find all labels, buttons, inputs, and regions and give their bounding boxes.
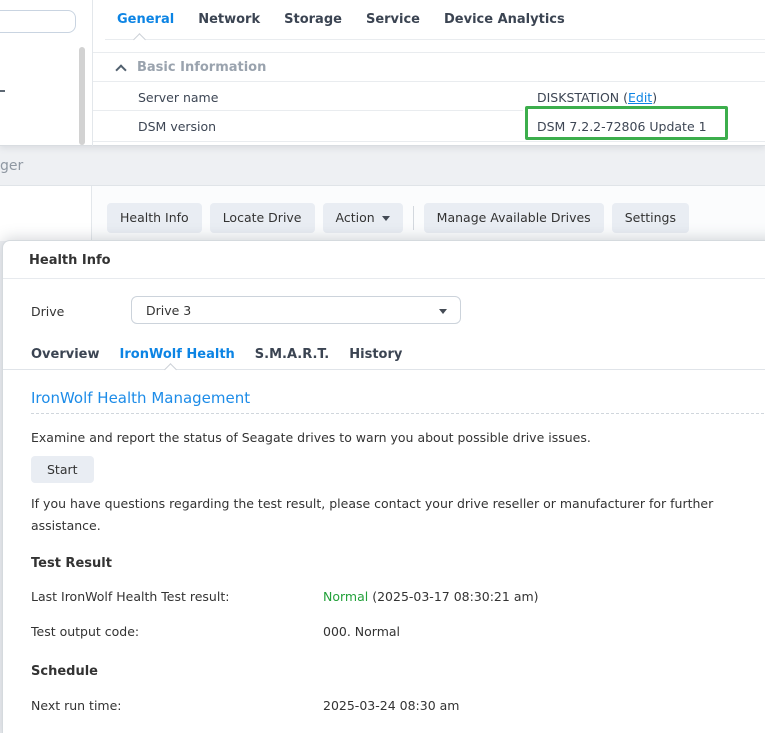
- dashed-divider: [31, 413, 765, 414]
- storage-manager-toolbar: Health Info Locate Drive Action Manage A…: [107, 203, 689, 233]
- tab-storage[interactable]: Storage: [284, 12, 342, 27]
- action-dropdown-button[interactable]: Action: [323, 203, 403, 233]
- next-run-time-value: 2025-03-24 08:30 am: [323, 698, 459, 713]
- active-tab-notch: [164, 363, 177, 376]
- tab-general[interactable]: General: [117, 12, 174, 27]
- test-output-code-value: 000. Normal: [323, 624, 400, 639]
- edit-link[interactable]: Edit: [628, 90, 652, 105]
- status-timestamp: (2025-03-17 08:30:21 am): [368, 589, 538, 604]
- scrollbar-thumb[interactable]: [79, 47, 85, 145]
- dsm-version-label: DSM version: [138, 119, 216, 134]
- dialog-tabs: Overview IronWolf Health S.M.A.R.T. Hist…: [31, 347, 402, 362]
- health-info-button-label: Health Info: [120, 203, 189, 233]
- health-info-dialog: Health Info Drive Drive 3 Overview IronW…: [2, 240, 765, 733]
- tab-overview[interactable]: Overview: [31, 347, 100, 362]
- control-panel-window: General Network Storage Service Device A…: [0, 0, 765, 146]
- tab-network[interactable]: Network: [198, 12, 260, 27]
- storage-manager-title-fragment: ger: [0, 158, 23, 174]
- drive-select[interactable]: Drive 3: [131, 296, 461, 324]
- note-text: If you have questions regarding the test…: [31, 493, 765, 537]
- dialog-title: Health Info: [29, 253, 111, 268]
- action-button-label: Action: [336, 203, 375, 233]
- tab-service[interactable]: Service: [366, 12, 420, 27]
- row-divider: [93, 81, 765, 82]
- tab-ironwolf-health[interactable]: IronWolf Health: [120, 347, 235, 362]
- last-test-result-value: Normal (2025-03-17 08:30:21 am): [323, 589, 539, 604]
- ironwolf-health-management-heading: IronWolf Health Management: [31, 389, 250, 407]
- section-top-line: [93, 52, 765, 53]
- dialog-header: Health Info: [3, 241, 765, 279]
- manage-available-drives-button[interactable]: Manage Available Drives: [424, 203, 604, 233]
- tab-history[interactable]: History: [349, 347, 402, 362]
- settings-button-label: Settings: [625, 203, 676, 233]
- drive-label: Drive: [31, 304, 64, 319]
- drive-select-value: Drive 3: [146, 303, 191, 318]
- control-panel-tabs: General Network Storage Service Device A…: [117, 12, 565, 27]
- dialog-tab-underline: [3, 369, 765, 370]
- tab-underline: [105, 39, 765, 40]
- cropped-text-fragment: [0, 90, 5, 92]
- server-name-label: Server name: [138, 90, 218, 105]
- test-result-heading: Test Result: [31, 556, 112, 571]
- start-button[interactable]: Start: [31, 456, 94, 483]
- basic-information-heading[interactable]: Basic Information: [137, 60, 266, 75]
- row-divider: [93, 110, 523, 111]
- server-name-value: DISKSTATION (Edit): [537, 90, 657, 105]
- chevron-down-icon: [382, 216, 390, 221]
- tab-device-analytics[interactable]: Device Analytics: [444, 12, 565, 27]
- dsm-version-value: DSM 7.2.2-72806 Update 1: [537, 119, 707, 134]
- search-input[interactable]: [0, 10, 76, 33]
- description-text: Examine and report the status of Seagate…: [31, 427, 591, 449]
- locate-drive-button-label: Locate Drive: [223, 203, 302, 233]
- server-name-suffix: ): [652, 90, 657, 105]
- test-output-code-label: Test output code:: [31, 624, 139, 639]
- screen: General Network Storage Service Device A…: [0, 0, 765, 733]
- storage-manager-window: Health Info Locate Drive Action Manage A…: [0, 185, 765, 240]
- schedule-heading: Schedule: [31, 664, 98, 679]
- active-tab-notch: [133, 33, 146, 46]
- status-badge: Normal: [323, 589, 368, 604]
- toolbar-separator: [413, 206, 414, 230]
- row-divider: [93, 141, 765, 142]
- next-run-time-label: Next run time:: [31, 698, 122, 713]
- panel-divider: [92, 0, 93, 146]
- chevron-down-icon: [439, 309, 447, 314]
- health-info-button[interactable]: Health Info: [107, 203, 202, 233]
- settings-button[interactable]: Settings: [612, 203, 689, 233]
- manage-available-drives-label: Manage Available Drives: [437, 203, 591, 233]
- last-test-result-label: Last IronWolf Health Test result:: [31, 589, 229, 604]
- tab-smart[interactable]: S.M.A.R.T.: [255, 347, 329, 362]
- collapse-chevron-icon[interactable]: [115, 64, 126, 75]
- locate-drive-button[interactable]: Locate Drive: [210, 203, 315, 233]
- server-name-text: DISKSTATION (: [537, 90, 628, 105]
- storage-manager-left-panel: [0, 186, 92, 241]
